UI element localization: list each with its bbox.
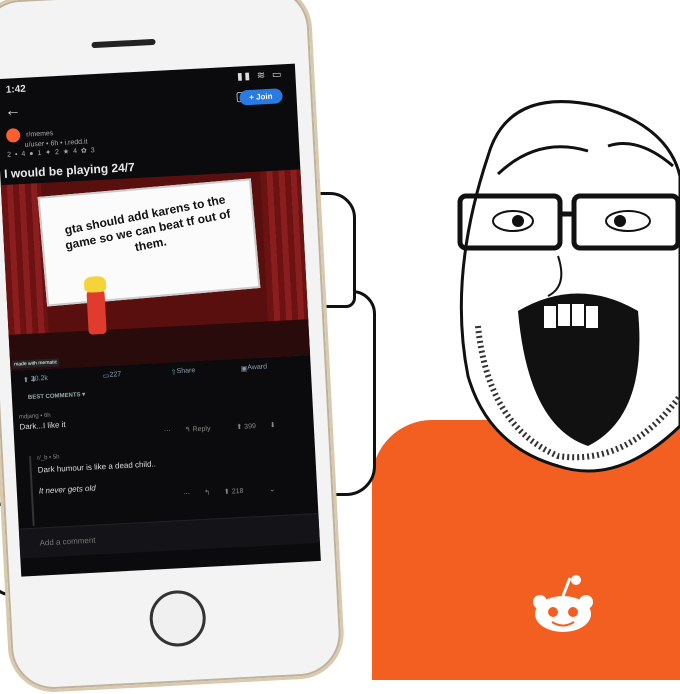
join-button[interactable]: + Join xyxy=(238,88,283,106)
comment: mdjang • 6h Dark...I like it xyxy=(19,412,66,432)
reply-vote[interactable]: ⬆ 218 xyxy=(224,487,256,496)
comments-button[interactable]: ▭ 227 xyxy=(103,371,122,380)
reddit-logo-icon xyxy=(533,575,593,632)
thread-line xyxy=(28,455,35,526)
comment-reply: r/_b • 5h Dark humour is like a dead chi… xyxy=(37,449,157,495)
more-icon[interactable]: ⋯ xyxy=(183,491,190,498)
comment-user[interactable]: mdjang • 6h xyxy=(19,412,65,421)
phone: 1:42 ▮▮ ≋ ▭ ← ▢ ⋯ + Join r/memes u/user … xyxy=(0,0,346,694)
comment-vote[interactable]: ⬆ 399 ⬇ xyxy=(236,422,276,431)
comment-text: Dark...I like it xyxy=(19,420,66,432)
home-button[interactable] xyxy=(148,589,208,648)
post-image[interactable]: gta should add karens to the game so we … xyxy=(0,169,311,371)
reply-label: Reply xyxy=(192,425,211,434)
sort-dropdown[interactable]: BEST COMMENTS ▾ xyxy=(28,391,86,401)
soyjak-face xyxy=(457,100,680,473)
comment-vote-count: 399 xyxy=(244,423,257,431)
phone-screen: 1:42 ▮▮ ≋ ▭ ← ▢ ⋯ + Join r/memes u/user … xyxy=(0,63,321,577)
reply-arrow-icon[interactable]: ↰ xyxy=(204,490,210,497)
reply-actions: ⋯ ↰ ⬆ 218 ⌄ xyxy=(183,485,287,498)
reply-text-2: It never gets old xyxy=(38,483,96,496)
reply-vote-count: 218 xyxy=(231,487,244,496)
reply-text: Dark humour is like a dead child.. xyxy=(37,459,157,475)
award-button[interactable]: ▣ Award xyxy=(241,363,268,372)
subreddit-name[interactable]: r/memes xyxy=(26,130,54,138)
subreddit-avatar xyxy=(5,128,21,143)
award-label: Award xyxy=(247,363,268,372)
post-title: I would be playing 24/7 xyxy=(3,160,136,181)
phone-speaker xyxy=(91,38,156,49)
reply-button[interactable]: ↰ Reply xyxy=(185,425,223,434)
meme-caption: gta should add karens to the game so we … xyxy=(63,192,232,255)
projector-screen: gta should add karens to the game so we … xyxy=(37,178,261,307)
status-time: 1:42 xyxy=(5,83,27,96)
back-arrow-icon[interactable]: ← xyxy=(4,102,21,121)
share-label: Share xyxy=(176,367,196,376)
lisa-figure xyxy=(86,289,107,335)
upvote-button[interactable]: ⬆ 20.2k ⬇ xyxy=(23,375,48,384)
add-comment-input[interactable]: Add a comment xyxy=(18,512,320,559)
more-icon[interactable]: ⋯ xyxy=(164,428,171,435)
meme-scene: 1:42 ▮▮ ≋ ▭ ← ▢ ⋯ + Join r/memes u/user … xyxy=(0,0,680,694)
upvote-count: 20.2k xyxy=(30,374,49,383)
collapse-icon[interactable]: ⌄ xyxy=(269,486,275,493)
status-icons: ▮▮ ≋ ▭ xyxy=(236,69,284,83)
comment-actions: ⋯ ↰ Reply ⬆ 399 ⬇ xyxy=(164,420,288,435)
subreddit-header[interactable]: r/memes u/user • 6h • i.redd.it xyxy=(5,125,88,150)
share-button[interactable]: ⇧ Share xyxy=(171,367,196,376)
comment-count: 227 xyxy=(109,371,122,379)
